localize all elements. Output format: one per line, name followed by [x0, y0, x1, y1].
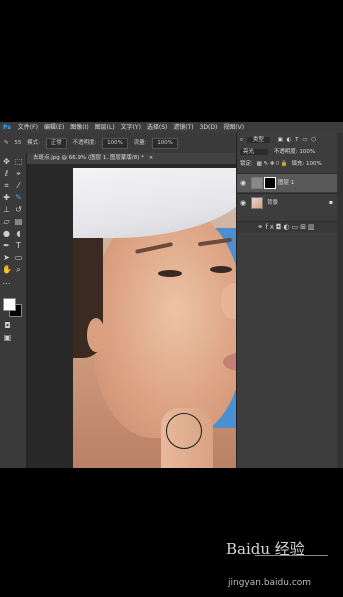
- blend-row: 亮光 不透明度: 100%: [237, 147, 337, 158]
- eraser-icon[interactable]: ▱: [2, 217, 11, 226]
- layer-filter-select[interactable]: 类型: [246, 137, 270, 143]
- layer-row[interactable]: ◉ 背景 ▪: [237, 193, 337, 212]
- filter-icons[interactable]: ▣ ◐ T ▭ ⬡: [278, 137, 317, 143]
- brush-cursor: [166, 413, 202, 449]
- left-eye: [158, 270, 182, 277]
- quick-select-icon[interactable]: ⌖: [14, 169, 23, 178]
- foreground-color-swatch[interactable]: [3, 298, 16, 311]
- zoom-icon[interactable]: ⌕: [14, 265, 23, 274]
- layer-opacity-label: 不透明度:: [273, 149, 298, 155]
- canvas-area[interactable]: [27, 164, 253, 468]
- trash-icon[interactable]: ▥: [308, 223, 317, 231]
- menu-filter[interactable]: 滤镜(T): [171, 122, 195, 133]
- flow-input[interactable]: 100%: [152, 138, 178, 149]
- new-layer-icon[interactable]: ⊞: [300, 223, 308, 231]
- document-title: 去斑点.jpg @ 66.9% (图层 1, 图层蒙版/8) *: [33, 155, 144, 161]
- visibility-eye-icon[interactable]: ◉: [240, 179, 246, 187]
- new-group-icon[interactable]: ▭: [292, 223, 301, 231]
- crop-icon[interactable]: ⌗: [2, 181, 11, 190]
- fill-input[interactable]: 100%: [306, 161, 322, 167]
- type-icon[interactable]: T: [14, 241, 23, 250]
- gradient-icon[interactable]: ▤: [14, 217, 23, 226]
- layer-thumbnail: [251, 177, 263, 189]
- screen-mode-icon[interactable]: ▣: [3, 333, 12, 342]
- tools-panel: ✥ ⬚ ℓ ⌖ ⌗ ⁄ ✚ ✎ ⊥ ↺ ▱ ▤ ● ◖ ✒ T ➤ ▭ ✋ ⌕ …: [0, 153, 27, 468]
- visibility-eye-icon[interactable]: ◉: [240, 199, 246, 207]
- menu-bar: Ps 文件(F) 编辑(E) 图像(I) 图层(L) 文字(Y) 选择(S) 滤…: [0, 122, 343, 133]
- layer-actions-bar: ⚭fx◘◐▭⊞▥: [237, 221, 337, 233]
- watermark-url: jingyan.baidu.com: [228, 578, 312, 588]
- history-brush-icon[interactable]: ↺: [14, 205, 23, 214]
- fx-icon[interactable]: fx: [265, 223, 276, 231]
- panel-dock-strip[interactable]: [337, 133, 343, 468]
- search-icon: ⌕: [240, 137, 244, 143]
- menu-layer[interactable]: 图层(L): [93, 122, 117, 133]
- blur-icon[interactable]: ●: [2, 229, 11, 238]
- flow-label: 流量:: [133, 140, 147, 146]
- fill-label: 填充:: [291, 161, 305, 167]
- opacity-input[interactable]: 100%: [102, 138, 128, 149]
- photoshop-window: Ps 文件(F) 编辑(E) 图像(I) 图层(L) 文字(Y) 选择(S) 滤…: [0, 122, 343, 468]
- lock-icons[interactable]: ▩ ✎ ✥ ⌑ 🔒: [257, 161, 288, 167]
- brush-icon[interactable]: ✎: [14, 193, 23, 202]
- dodge-icon[interactable]: ◖: [14, 229, 23, 238]
- stamp-icon[interactable]: ⊥: [2, 205, 11, 214]
- hand-icon[interactable]: ✋: [2, 265, 12, 274]
- layers-panel: ⌕ 类型 ▣ ◐ T ▭ ⬡ 亮光 不透明度: 100% 锁定: ▩ ✎ ✥ ⌑…: [236, 133, 343, 468]
- layer-name[interactable]: 背景: [267, 194, 278, 213]
- healing-icon[interactable]: ✚: [2, 193, 11, 202]
- move-icon[interactable]: ✥: [2, 157, 11, 166]
- menu-image[interactable]: 图像(I): [68, 122, 90, 133]
- menu-file[interactable]: 文件(F): [16, 122, 40, 133]
- ps-logo: Ps: [3, 124, 11, 131]
- mode-select[interactable]: 正常: [45, 138, 67, 149]
- right-eye: [210, 266, 232, 273]
- layer-mask-thumbnail[interactable]: [264, 177, 276, 189]
- menu-edit[interactable]: 编辑(E): [42, 122, 66, 133]
- layer-name[interactable]: 图层 1: [278, 174, 294, 193]
- layer-row[interactable]: ◉ 图层 1: [237, 173, 337, 192]
- brush-size-value[interactable]: 55: [14, 133, 21, 153]
- brush-tool-icon[interactable]: ✎: [4, 133, 9, 153]
- layer-thumbnail: [251, 197, 263, 209]
- lock-icon: ▪: [328, 199, 333, 206]
- lock-row: 锁定: ▩ ✎ ✥ ⌑ 🔒 填充: 100%: [237, 159, 337, 170]
- watermark-divider: [255, 555, 328, 556]
- quick-mask-icon[interactable]: ◘: [3, 321, 12, 330]
- pen-icon[interactable]: ✒: [2, 241, 11, 250]
- layer-filter-row: ⌕ 类型 ▣ ◐ T ▭ ⬡: [237, 135, 337, 146]
- adjustment-icon[interactable]: ◐: [283, 223, 291, 231]
- opacity-label: 不透明度:: [72, 140, 97, 146]
- marquee-icon[interactable]: ⬚: [14, 157, 23, 166]
- menu-view[interactable]: 视图(V): [221, 122, 246, 133]
- path-select-icon[interactable]: ➤: [2, 253, 11, 262]
- shape-icon[interactable]: ▭: [14, 253, 23, 262]
- layer-opacity-input[interactable]: 100%: [299, 149, 315, 155]
- mode-label: 模式:: [27, 140, 40, 146]
- document-tab[interactable]: 去斑点.jpg @ 66.9% (图层 1, 图层蒙版/8) * ×: [27, 153, 236, 164]
- menu-select[interactable]: 选择(S): [145, 122, 170, 133]
- lock-label: 锁定:: [240, 161, 253, 167]
- options-bar: ✎ 55 模式: 正常 不透明度: 100% 流量: 100%: [0, 133, 236, 154]
- close-icon[interactable]: ×: [149, 155, 154, 161]
- more-icon[interactable]: …: [2, 277, 11, 286]
- menu-type[interactable]: 文字(Y): [119, 122, 143, 133]
- menu-3d[interactable]: 3D(D): [198, 122, 220, 133]
- blend-mode-select[interactable]: 亮光: [240, 149, 269, 155]
- eyedropper-icon[interactable]: ⁄: [14, 181, 23, 190]
- document-photo[interactable]: [73, 168, 253, 468]
- lasso-icon[interactable]: ℓ: [2, 169, 11, 178]
- ear: [87, 318, 105, 352]
